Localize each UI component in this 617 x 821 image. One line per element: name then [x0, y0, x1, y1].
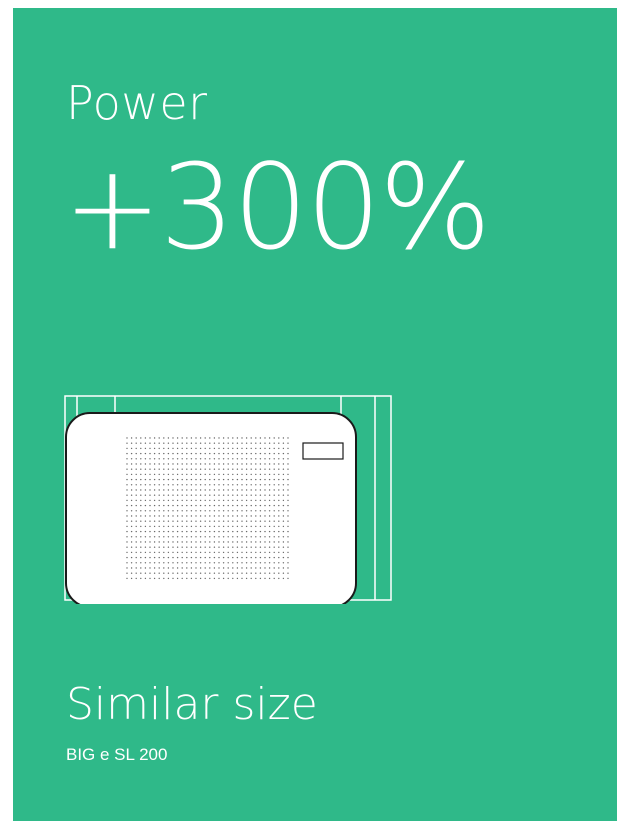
- power-increase-stat: +300%: [63, 138, 491, 276]
- similar-size-title: Similar size: [66, 679, 318, 730]
- device-display: [302, 442, 344, 460]
- device-comparison-icon: [64, 395, 392, 604]
- promo-card: Power +300% Similar size BIG e SL 200: [13, 8, 617, 821]
- model-subtitle: BIG e SL 200: [66, 745, 168, 764]
- power-heading: Power: [66, 76, 208, 130]
- device-body: [65, 412, 357, 604]
